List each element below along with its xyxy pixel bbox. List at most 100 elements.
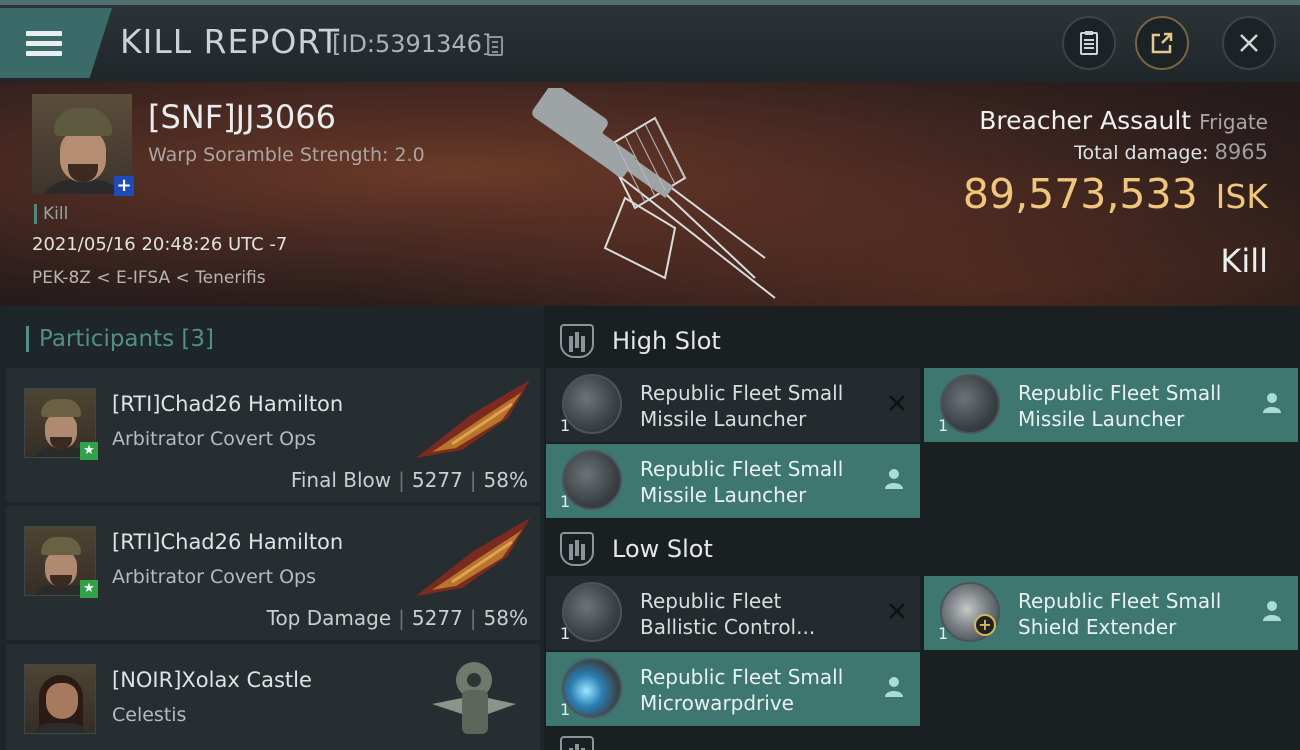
participant-stats: Final Blow | 5277 | 58% xyxy=(291,468,528,492)
dropped-person-icon xyxy=(1263,393,1281,413)
warp-scramble-strength: Warp Soramble Strength: 2.0 xyxy=(148,144,425,166)
low-slot-label: Low Slot xyxy=(612,535,713,563)
participant-row[interactable]: ★ [RTI]Chad26 Hamilton Arbitrator Covert… xyxy=(6,506,540,640)
participant-role: Final Blow xyxy=(290,468,392,492)
low-slot-icon xyxy=(560,532,594,566)
participant-damage: 5277 xyxy=(411,468,463,492)
isk-value: 89,573,533 ISK xyxy=(963,170,1268,218)
avatar xyxy=(24,664,96,734)
module-item[interactable]: 1 Republic Fleet Small Missile Launcher xyxy=(924,368,1298,442)
dropped-person-icon xyxy=(885,469,903,489)
kill-id: [ID:5391346] xyxy=(332,30,492,58)
module-name: Republic Fleet Small Shield Extender xyxy=(1018,588,1221,640)
star-icon: ★ xyxy=(80,580,98,598)
missile-launcher-icon xyxy=(940,374,1000,434)
participant-name: [NOIR]Xolax Castle xyxy=(112,668,312,692)
total-damage: Total damage: 8965 xyxy=(1074,140,1268,164)
module-name: Republic Fleet Small Microwarpdrive xyxy=(640,664,843,716)
participant-ship: Arbitrator Covert Ops xyxy=(112,566,317,588)
participants-panel: Participants [3] ★ [RTI]Chad26 Hamilton … xyxy=(0,306,544,750)
victim-name[interactable]: [SNF]JJ3066 xyxy=(148,98,336,136)
module-item[interactable]: 1 Republic Fleet Small Missile Launcher xyxy=(546,368,920,442)
module-name: Republic Fleet Ballistic Control... xyxy=(640,588,815,640)
participant-name: [RTI]Chad26 Hamilton xyxy=(112,530,344,554)
share-button[interactable] xyxy=(1135,16,1189,70)
module-name-line1: Republic Fleet Small xyxy=(640,381,844,405)
next-slot-header xyxy=(560,736,612,750)
participant-ship-image xyxy=(416,380,530,458)
plus-icon: + xyxy=(974,614,996,636)
module-name-line2: Shield Extender xyxy=(1018,615,1177,639)
participant-ship: Celestis xyxy=(112,704,187,726)
page-title: KILL REPORT xyxy=(120,22,340,61)
kill-tag: Kill xyxy=(34,204,68,224)
high-slot-label: High Slot xyxy=(612,327,721,355)
module-name-line1: Republic Fleet Small xyxy=(1018,589,1222,613)
high-slot-header: High Slot xyxy=(560,324,721,358)
module-quantity: 1 xyxy=(560,700,571,719)
isk-unit: ISK xyxy=(1215,177,1268,216)
module-quantity: 1 xyxy=(938,416,949,435)
close-icon xyxy=(1240,34,1258,52)
share-icon xyxy=(1151,32,1173,54)
module-name-line2: Missile Launcher xyxy=(1018,407,1185,431)
module-item[interactable]: + 1 Republic Fleet Small Shield Extender xyxy=(924,576,1298,650)
module-item[interactable]: 1 Republic Fleet Small Missile Launcher xyxy=(546,444,920,518)
total-damage-label: Total damage: xyxy=(1074,142,1209,164)
participants-heading: Participants [3] xyxy=(26,326,214,352)
module-quantity: 1 xyxy=(560,492,571,511)
module-quantity: 1 xyxy=(560,416,571,435)
participant-row[interactable]: ★ [RTI]Chad26 Hamilton Arbitrator Covert… xyxy=(6,368,540,502)
participant-role: Top Damage xyxy=(266,606,392,630)
divider: | xyxy=(469,606,477,630)
copy-icon[interactable] xyxy=(487,36,503,56)
participant-stats: Top Damage | 5277 | 58% xyxy=(267,606,528,630)
module-name-line1: Republic Fleet Small xyxy=(640,457,844,481)
kill-datetime: 2021/05/16 20:48:26 UTC -7 xyxy=(32,234,288,255)
header-bar: KILL REPORT [ID:5391346] xyxy=(0,0,1300,82)
module-name: Republic Fleet Small Missile Launcher xyxy=(640,380,843,432)
ballistic-control-icon xyxy=(562,582,622,642)
divider: | xyxy=(398,468,405,492)
module-name-line2: Missile Launcher xyxy=(640,483,807,507)
menu-button[interactable] xyxy=(0,8,112,78)
total-damage-value: 8965 xyxy=(1214,140,1268,164)
fitting-panel: High Slot 1 Republic Fleet Small Missile … xyxy=(544,306,1300,750)
ship-type[interactable]: Breacher Assault xyxy=(979,106,1191,135)
victim-banner: + [SNF]JJ3066 Warp Soramble Strength: 2.… xyxy=(0,82,1300,306)
participant-name: [RTI]Chad26 Hamilton xyxy=(112,392,344,416)
low-slot-header: Low Slot xyxy=(560,532,713,566)
participant-row[interactable]: [NOIR]Xolax Castle Celestis xyxy=(6,644,540,750)
module-item[interactable]: 1 Republic Fleet Small Microwarpdrive xyxy=(546,652,920,726)
module-name-line2: Missile Launcher xyxy=(640,407,807,431)
module-item[interactable]: 1 Republic Fleet Ballistic Control... xyxy=(546,576,920,650)
clipboard-button[interactable] xyxy=(1062,16,1116,70)
victim-ship-image xyxy=(532,88,776,299)
isk-amount: 89,573,533 xyxy=(962,170,1198,218)
missile-launcher-icon xyxy=(562,450,622,510)
module-name-line1: Republic Fleet Small xyxy=(1018,381,1222,405)
ship-class: Frigate xyxy=(1199,110,1268,134)
participant-ship: Arbitrator Covert Ops xyxy=(112,428,317,450)
destroyed-icon xyxy=(889,395,905,411)
high-slot-icon xyxy=(560,324,594,358)
clipboard-icon xyxy=(1080,31,1098,55)
dropped-person-icon xyxy=(885,677,903,697)
divider: | xyxy=(398,606,405,630)
participant-percent: 58% xyxy=(483,468,528,492)
plus-icon: + xyxy=(114,176,134,196)
module-name-line1: Republic Fleet Small xyxy=(640,665,844,689)
dropped-person-icon xyxy=(1263,601,1281,621)
module-quantity: 1 xyxy=(560,624,571,643)
missile-launcher-icon xyxy=(562,374,622,434)
kill-result: Kill xyxy=(1220,242,1268,280)
victim-ship-name: Breacher Assault Frigate xyxy=(979,106,1268,135)
divider: | xyxy=(469,468,477,492)
participant-damage: 5277 xyxy=(411,606,463,630)
module-quantity: 1 xyxy=(938,624,949,643)
star-icon: ★ xyxy=(80,442,98,460)
module-name: Republic Fleet Small Missile Launcher xyxy=(640,456,843,508)
module-name-line2: Ballistic Control... xyxy=(640,615,816,639)
kill-location: PEK-8Z < E-IFSA < Tenerifis xyxy=(32,268,266,288)
close-button[interactable] xyxy=(1222,16,1276,70)
